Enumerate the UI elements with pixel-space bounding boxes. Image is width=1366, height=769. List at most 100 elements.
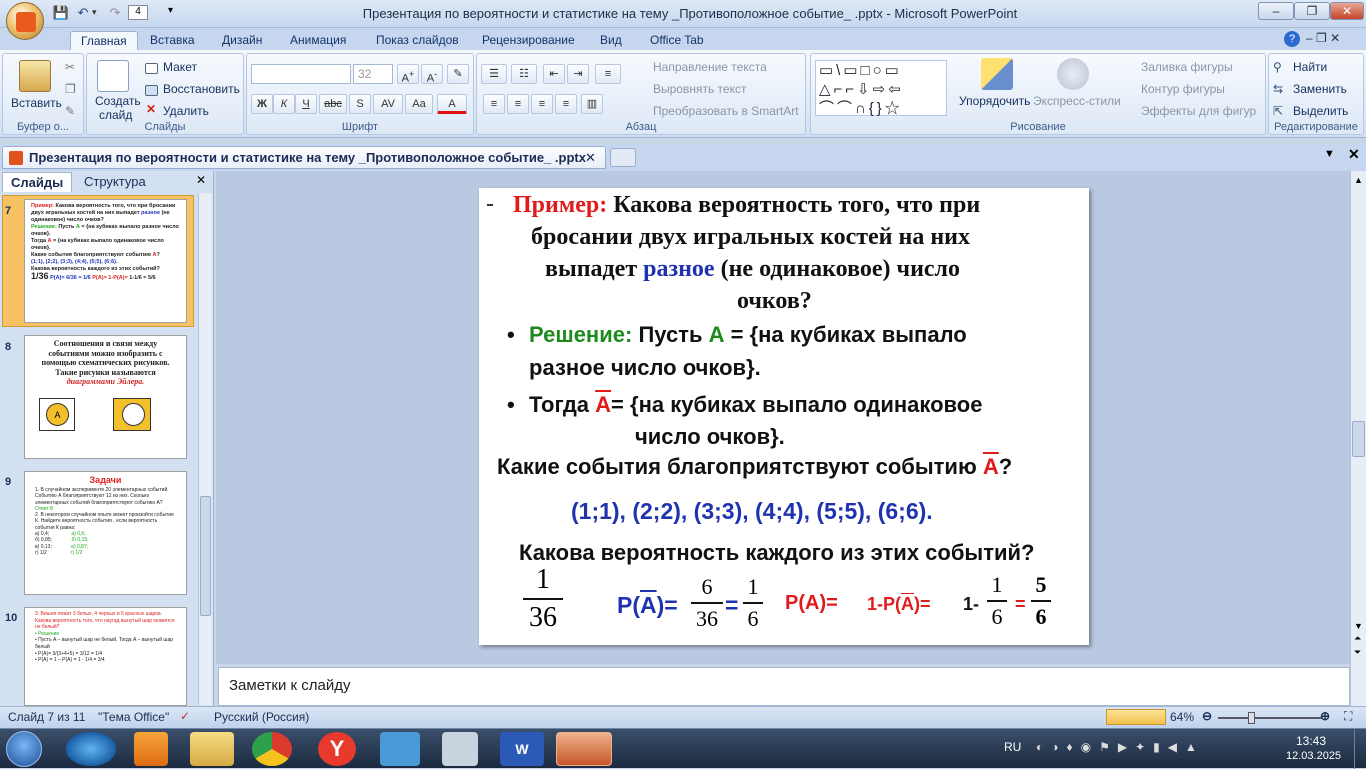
quick-styles-button[interactable]: Экспресс-стили xyxy=(1033,94,1121,108)
copy-icon[interactable]: ❐ xyxy=(65,82,76,96)
language-indicator[interactable]: Русский (Россия) xyxy=(214,710,309,724)
shrink-font-button[interactable]: A- xyxy=(421,64,443,85)
undo-count[interactable]: 4 xyxy=(128,5,148,20)
restore-button[interactable]: ❐ xyxy=(1294,2,1330,20)
undo-icon[interactable]: ↶ xyxy=(74,4,92,22)
case-button[interactable]: Aa xyxy=(405,94,433,114)
ribbon-tab[interactable]: Вставка xyxy=(140,31,205,50)
tab-list-icon[interactable]: ▼ xyxy=(1324,148,1335,160)
zoom-level[interactable]: 64% xyxy=(1170,710,1194,724)
font-color-button[interactable]: A xyxy=(437,94,467,114)
increase-indent-button[interactable]: ⇥ xyxy=(567,64,589,84)
quick-styles-icon[interactable] xyxy=(1057,58,1089,90)
line-spacing-button[interactable]: ≡ xyxy=(595,64,621,84)
tray-icons[interactable]: ◐◑♦◉⚑▶✦▮◀▲ xyxy=(1036,740,1236,758)
next-slide-icon[interactable]: ⏷ xyxy=(1354,647,1361,658)
tab-outline[interactable]: Структура xyxy=(76,172,154,192)
format-painter-icon[interactable]: ✎ xyxy=(65,104,75,118)
ribbon-tab[interactable]: Office Tab xyxy=(640,31,714,50)
cut-icon[interactable]: ✂ xyxy=(65,60,75,74)
spellcheck-icon[interactable]: ✓ xyxy=(180,709,190,723)
ribbon-tab[interactable]: Вид xyxy=(590,31,632,50)
panel-scroll-thumb[interactable] xyxy=(200,496,211,616)
scroll-up-icon[interactable]: ▲ xyxy=(1354,175,1363,185)
input-language[interactable]: RU xyxy=(1004,740,1021,754)
decrease-indent-button[interactable]: ⇤ xyxy=(543,64,565,84)
align-center-button[interactable]: ≡ xyxy=(507,94,529,114)
shapes-gallery[interactable]: ▭\▭□○▭ △⌐⌐⇩⇨⇦ ⌒⌒∩{}☆ xyxy=(815,60,947,117)
document-tab-close-icon[interactable]: ✕ xyxy=(585,147,596,168)
arrange-icon[interactable] xyxy=(981,58,1013,90)
shape-fill-button[interactable]: Заливка фигуры xyxy=(1141,60,1233,74)
document-tab[interactable]: Презентация по вероятности и статистике … xyxy=(2,146,606,169)
office-button[interactable] xyxy=(6,2,44,40)
undo-dropdown[interactable]: ▾ xyxy=(92,7,97,18)
shadow-button[interactable]: S xyxy=(349,94,371,114)
ribbon-minimize-icon[interactable]: – ❐ ✕ xyxy=(1306,31,1340,45)
scroll-down-icon[interactable]: ▼ xyxy=(1354,621,1363,631)
snipping-tool-icon[interactable] xyxy=(380,732,420,766)
clear-format-button[interactable]: ✎ xyxy=(447,64,469,84)
powerpoint-icon[interactable] xyxy=(556,732,612,766)
select-button[interactable]: Выделить xyxy=(1293,104,1348,118)
panel-close-icon[interactable]: ✕ xyxy=(196,173,206,187)
smartart-button[interactable]: Преобразовать в SmartArt xyxy=(653,104,799,118)
align-right-button[interactable]: ≡ xyxy=(531,94,553,114)
bold-button[interactable]: Ж xyxy=(251,94,273,114)
word-icon[interactable]: W xyxy=(500,732,544,766)
numbering-button[interactable]: ☷ xyxy=(511,64,537,84)
ribbon-tab[interactable]: Дизайн xyxy=(212,31,272,50)
arrange-button[interactable]: Упорядочить xyxy=(959,94,1030,108)
explorer-icon[interactable] xyxy=(190,732,234,766)
replace-button[interactable]: Заменить xyxy=(1293,82,1347,96)
media-player-icon[interactable] xyxy=(134,732,168,766)
start-button[interactable] xyxy=(6,731,42,767)
find-button[interactable]: Найти xyxy=(1293,60,1327,74)
chrome-icon[interactable] xyxy=(252,732,292,766)
font-size-combo[interactable]: 32 xyxy=(353,64,393,84)
thumb-10[interactable]: 3. Вишня лежат 3 белых, 4 черных и 5 кра… xyxy=(24,607,187,706)
main-scroll-thumb[interactable] xyxy=(1352,421,1365,457)
reset-button[interactable]: Восстановить xyxy=(163,82,240,96)
close-doc-icon[interactable]: ✕ xyxy=(1348,146,1360,163)
ribbon-tab[interactable]: Главная xyxy=(70,31,138,50)
redo-icon[interactable]: ↷ xyxy=(106,4,124,22)
thumb-8[interactable]: Соотношения и связи между событиями можн… xyxy=(24,335,187,459)
font-name-combo[interactable] xyxy=(251,64,351,84)
close-button[interactable]: ✕ xyxy=(1330,2,1364,20)
new-tab-button[interactable] xyxy=(610,148,636,167)
new-slide-button[interactable]: Создать xyxy=(95,94,141,108)
align-left-button[interactable]: ≡ xyxy=(483,94,505,114)
grow-font-button[interactable]: A+ xyxy=(397,64,419,85)
paste-icon[interactable] xyxy=(19,60,51,92)
text-direction-button[interactable]: Направление текста xyxy=(653,60,767,74)
shape-outline-button[interactable]: Контур фигуры xyxy=(1141,82,1225,96)
zoom-slider[interactable] xyxy=(1218,712,1322,724)
prev-slide-icon[interactable]: ⏶ xyxy=(1354,633,1361,644)
bullets-button[interactable]: ☰ xyxy=(481,64,507,84)
main-vertical-scrollbar[interactable]: ▲ ▼ ⏶ ⏷ xyxy=(1350,171,1366,706)
zoom-in-icon[interactable]: ⊕ xyxy=(1320,709,1330,723)
zoom-slider-thumb[interactable] xyxy=(1248,712,1255,724)
help-icon[interactable]: ? xyxy=(1284,31,1300,47)
ie-icon[interactable] xyxy=(66,732,116,766)
show-desktop-button[interactable] xyxy=(1354,729,1366,769)
zoom-out-icon[interactable]: ⊖ xyxy=(1202,709,1212,723)
align-text-button[interactable]: Выровнять текст xyxy=(653,82,746,96)
yandex-icon[interactable]: Y xyxy=(318,732,356,766)
view-normal-button[interactable] xyxy=(1106,709,1166,725)
calculator-icon[interactable] xyxy=(442,732,478,766)
thumb-7[interactable]: Пример: Какова вероятность того, что при… xyxy=(24,199,187,323)
panel-scrollbar[interactable] xyxy=(198,193,212,705)
shape-effects-button[interactable]: Эффекты для фигур xyxy=(1141,104,1256,118)
thumb-9[interactable]: Задачи 1. В случайном эксперименте 20 эл… xyxy=(24,471,187,595)
notes-pane[interactable]: Заметки к слайду xyxy=(218,667,1350,706)
slide-canvas[interactable]: Пример: Какова вероятность того, что при… xyxy=(479,188,1089,645)
underline-button[interactable]: Ч xyxy=(295,94,317,114)
new-slide-button-line2[interactable]: слайд xyxy=(99,108,132,122)
tab-slides[interactable]: Слайды xyxy=(2,172,73,192)
italic-button[interactable]: К xyxy=(273,94,295,114)
new-slide-icon[interactable] xyxy=(97,60,129,92)
paste-button[interactable]: Вставить xyxy=(11,96,62,110)
strike-button[interactable]: abc xyxy=(319,94,347,114)
